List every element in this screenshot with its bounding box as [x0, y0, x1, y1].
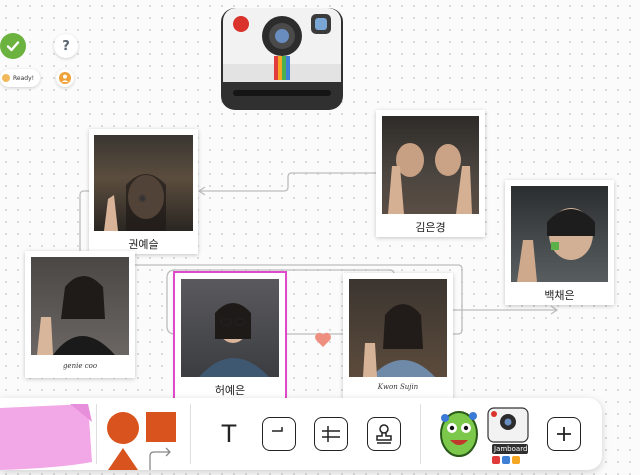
square-shape-icon — [146, 412, 176, 442]
bottom-toolbar: T Jamboard — [0, 398, 602, 470]
user-icon — [59, 72, 71, 84]
polaroid-photo-selected[interactable]: 허예은 — [173, 271, 287, 400]
polaroid-photo[interactable]: Kwon Sujin — [343, 273, 453, 400]
svg-text:◉: ◉ — [138, 193, 147, 204]
triangle-shape-icon — [108, 448, 138, 470]
sticky-note-button[interactable] — [0, 404, 94, 470]
plus-icon — [557, 427, 571, 441]
camera-sticker-icon — [487, 407, 529, 464]
table-icon — [322, 426, 340, 442]
jamboard-sticker-button[interactable]: Jamboard — [484, 406, 534, 468]
table-tool-button[interactable] — [314, 417, 348, 451]
heart-icon[interactable] — [314, 331, 332, 348]
alien-sticker-button[interactable] — [437, 406, 481, 464]
photo-caption: 김은경 — [415, 221, 446, 234]
text-tool-button[interactable]: T — [212, 417, 246, 451]
success-check-icon — [0, 33, 26, 59]
sticker-label: Jamboard — [494, 445, 528, 453]
photo-image — [181, 279, 279, 377]
photo-caption: 권예슬 — [128, 238, 159, 251]
polaroid-photo[interactable]: 백채은 — [505, 180, 614, 305]
add-button[interactable] — [547, 417, 581, 451]
circle-shape-icon — [107, 412, 139, 444]
stamp-tool-button[interactable] — [367, 417, 401, 451]
ready-status-label: Ready! — [13, 74, 35, 82]
ready-status-chip: Ready! — [0, 69, 41, 87]
text-tool-icon: T — [221, 420, 237, 448]
help-icon: ? — [62, 38, 70, 54]
photo-image — [382, 116, 479, 214]
ready-avatar-icon — [2, 74, 10, 82]
frame-tool-button[interactable] — [262, 417, 296, 451]
photo-caption: genie coo — [62, 362, 98, 370]
shapes-button[interactable] — [104, 408, 180, 470]
polaroid-photo[interactable]: genie coo — [25, 251, 135, 378]
instant-camera-sticker[interactable] — [219, 6, 345, 112]
help-button[interactable]: ? — [54, 34, 78, 58]
connector-line — [200, 172, 378, 192]
frame-icon — [272, 427, 283, 432]
photo-image: ◉ — [94, 135, 193, 231]
camera-icon — [221, 8, 343, 110]
polaroid-photo[interactable]: 김은경 — [376, 110, 485, 237]
photo-caption: 백채은 — [544, 289, 575, 302]
stamp-icon — [376, 424, 392, 444]
user-avatar[interactable] — [56, 69, 74, 87]
photo-image — [31, 257, 129, 355]
photo-image — [349, 279, 447, 377]
photo-caption: 허예은 — [214, 384, 246, 397]
photo-image — [511, 186, 608, 282]
photo-caption: Kwon Sujin — [377, 383, 419, 391]
polaroid-photo[interactable]: ◉ 권예슬 — [89, 129, 198, 254]
